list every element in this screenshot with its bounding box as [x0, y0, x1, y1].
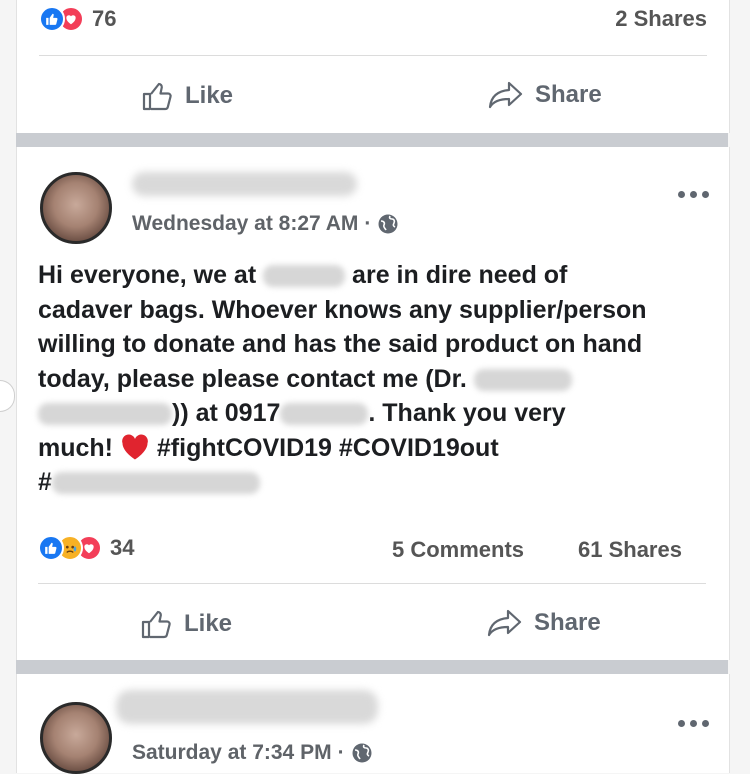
hashtag-link[interactable]: #fightCOVID19: [157, 434, 332, 462]
like-button[interactable]: Like: [141, 80, 233, 112]
reaction-summary[interactable]: 34: [38, 535, 134, 561]
thumbs-up-icon: [142, 82, 172, 111]
post-timestamp[interactable]: Wednesday at 8:27 AM ·: [132, 212, 399, 236]
share-arrow-icon: [488, 81, 523, 109]
redacted-text: [38, 403, 172, 426]
divider: [38, 583, 706, 584]
hashtag-link[interactable]: #COVID19out: [339, 434, 499, 462]
globe-icon: [352, 743, 372, 763]
redacted-hashtag: [51, 472, 260, 495]
redacted-text: [473, 368, 572, 391]
comments-count[interactable]: 5 Comments: [392, 537, 524, 563]
more-options-icon[interactable]: [678, 191, 709, 198]
redacted-text: [263, 265, 346, 288]
shares-count[interactable]: 2 Shares: [615, 6, 707, 32]
share-arrow-icon: [487, 609, 522, 637]
heart-emoji-icon: [122, 434, 148, 459]
reaction-count: 34: [110, 535, 135, 560]
shares-count[interactable]: 61 Shares: [578, 537, 682, 563]
share-label: Share: [535, 81, 602, 108]
redacted-text: [280, 403, 369, 426]
globe-icon: [378, 214, 398, 234]
author-name-redacted[interactable]: [132, 172, 357, 196]
like-label: Like: [184, 610, 233, 637]
share-label: Share: [534, 609, 601, 636]
hashtag-link[interactable]: #: [38, 468, 52, 496]
avatar[interactable]: [40, 702, 112, 774]
feed-separator: [16, 660, 728, 674]
like-reaction-icon: [39, 6, 65, 32]
divider: [39, 55, 707, 56]
post-card-1: 76 2 Shares Like Share: [16, 0, 730, 133]
like-reaction-icon: [38, 535, 64, 561]
reaction-count: 76: [92, 6, 117, 31]
share-button[interactable]: Share: [487, 80, 602, 110]
like-button[interactable]: Like: [140, 608, 232, 640]
post-timestamp[interactable]: Saturday at 7:34 PM ·: [132, 741, 373, 765]
post-body: Hi everyone, we at are in dire need of c…: [38, 261, 647, 496]
thumbs-up-icon: [141, 610, 171, 639]
share-button[interactable]: Share: [486, 608, 601, 638]
like-label: Like: [185, 82, 234, 109]
reaction-summary[interactable]: 76: [39, 6, 116, 32]
carousel-prev-handle[interactable]: [0, 380, 15, 412]
feed-separator: [16, 133, 728, 147]
avatar[interactable]: [40, 172, 112, 244]
more-options-icon[interactable]: [678, 720, 709, 727]
post-card-3: [16, 674, 730, 773]
author-name-redacted[interactable]: [116, 690, 378, 724]
